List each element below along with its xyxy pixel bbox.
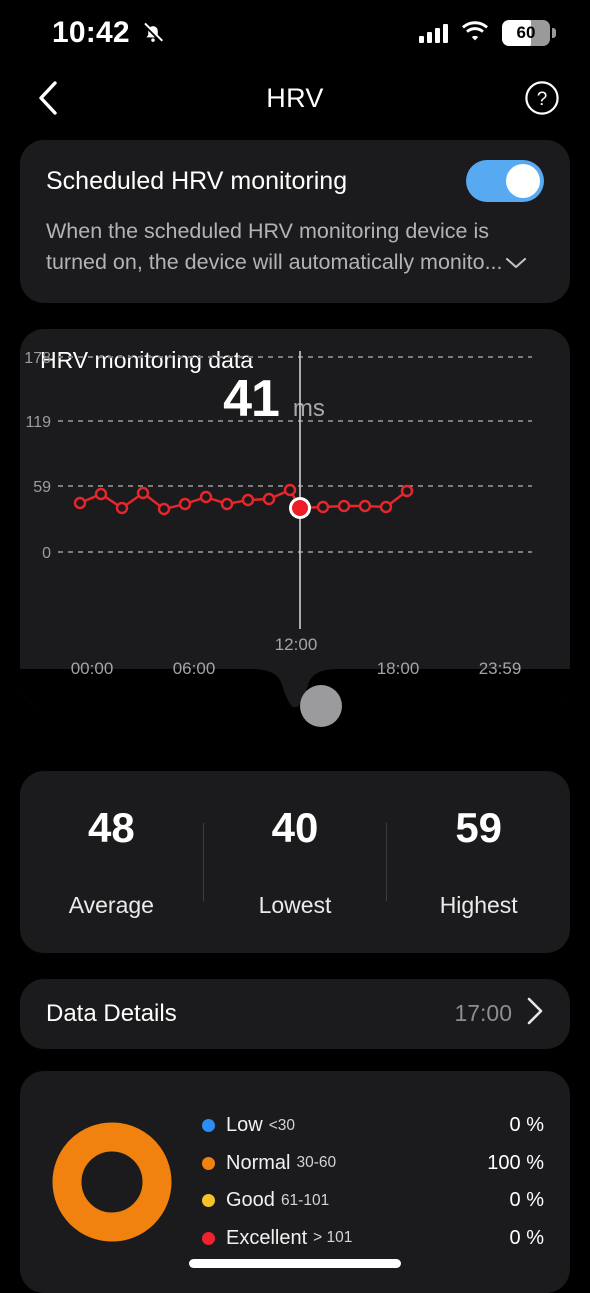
scheduled-description: When the scheduled HRV monitoring device… <box>46 219 503 274</box>
x-label-3: 18:00 <box>376 658 420 678</box>
chart-clip: HRV monitoring data 41 ms 178 119 59 0 0… <box>20 328 570 707</box>
legend-percent-excellent: 0 % <box>509 1226 544 1249</box>
x-label-4: 23:59 <box>478 658 522 678</box>
stat-average-label: Average <box>68 892 154 919</box>
legend-range-low: <30 <box>268 1116 295 1134</box>
legend-dot-excellent <box>202 1231 215 1245</box>
scheduled-monitoring-toggle[interactable] <box>466 160 544 202</box>
chevron-right-icon[interactable] <box>526 996 544 1031</box>
legend-percent-good: 0 % <box>509 1189 544 1212</box>
legend-item-low: Low <30 0 % <box>202 1107 544 1145</box>
stats-summary-card: 48 Average 40 Lowest 59 Highest <box>20 770 570 953</box>
stat-lowest: 40 Lowest <box>204 804 387 919</box>
legend-range-excellent: > 101 <box>313 1229 353 1247</box>
legend-dot-low <box>202 1119 215 1133</box>
legend-range-good: 61-101 <box>280 1191 330 1209</box>
page-title: HRV <box>266 82 324 113</box>
scheduled-description-row[interactable]: When the scheduled HRV monitoring device… <box>46 216 544 279</box>
svg-text:178: 178 <box>24 350 51 367</box>
status-bar-left: 10:42 <box>52 16 166 50</box>
data-details-label: Data Details <box>46 999 177 1027</box>
bell-off-icon <box>140 20 166 46</box>
legend-dot-good <box>202 1194 215 1208</box>
legend-percent-normal: 100 % <box>487 1151 544 1174</box>
chart-drag-handle[interactable] <box>300 684 342 727</box>
x-label-0: 00:00 <box>70 658 114 678</box>
status-time: 10:42 <box>52 16 130 49</box>
hrv-chart-card[interactable]: HRV monitoring data 41 ms 178 119 59 0 0… <box>20 328 570 727</box>
help-button[interactable]: ? <box>522 78 562 118</box>
scheduled-title: Scheduled HRV monitoring <box>46 166 348 195</box>
cellular-signal-icon <box>419 23 448 43</box>
data-details-row[interactable]: Data Details 17:00 <box>20 978 570 1049</box>
battery-level: 60 <box>516 23 536 42</box>
data-details-right: 17:00 <box>454 996 544 1031</box>
stat-average-value: 48 <box>87 804 135 852</box>
stat-lowest-label: Lowest <box>258 892 332 919</box>
svg-text:0: 0 <box>42 545 51 562</box>
stat-highest: 59 Highest <box>387 804 570 919</box>
svg-text:59: 59 <box>33 479 51 496</box>
status-bar: 10:42 60 <box>0 0 590 66</box>
distribution-donut-chart <box>52 1122 172 1242</box>
legend-label-good: Good <box>226 1189 275 1212</box>
battery-indicator: 60 <box>502 20 556 46</box>
svg-text:?: ? <box>537 89 548 110</box>
x-axis-labels: 00:00 06:00 12:00 18:00 23:59 <box>20 635 570 685</box>
distribution-legend: Low <30 0 % Normal 30-60 100 % Good 61-1… <box>202 1107 544 1257</box>
navigation-bar: HRV ? <box>0 66 590 130</box>
toggle-knob <box>506 164 540 198</box>
x-label-1: 06:00 <box>172 658 216 678</box>
chevron-left-icon <box>39 81 57 115</box>
legend-item-good: Good 61-101 0 % <box>202 1182 544 1220</box>
legend-label-low: Low <box>226 1114 263 1137</box>
phone-screen: 10:42 60 HRV ? Scheduled HRV monitoring … <box>0 0 590 1293</box>
legend-dot-normal <box>202 1156 215 1170</box>
legend-range-normal: 30-60 <box>296 1154 337 1172</box>
legend-label-normal: Normal <box>226 1151 291 1174</box>
scheduled-monitoring-card[interactable]: Scheduled HRV monitoring When the schedu… <box>20 140 570 303</box>
hrv-data-points <box>73 483 414 516</box>
stat-lowest-value: 40 <box>271 804 319 852</box>
svg-text:119: 119 <box>25 414 51 431</box>
legend-percent-low: 0 % <box>509 1114 544 1137</box>
legend-item-normal: Normal 30-60 100 % <box>202 1144 544 1182</box>
selected-data-point[interactable] <box>289 496 311 519</box>
stat-highest-label: Highest <box>439 892 518 919</box>
stat-highest-value: 59 <box>455 804 503 852</box>
back-button[interactable] <box>28 78 68 118</box>
x-label-2: 12:00 <box>274 634 318 654</box>
legend-label-excellent: Excellent <box>226 1226 308 1249</box>
stat-average: 48 Average <box>20 804 203 919</box>
chevron-down-icon[interactable] <box>505 248 527 279</box>
y-axis-labels: 178 119 59 0 <box>24 350 51 562</box>
question-mark-circle-icon: ? <box>525 81 559 115</box>
scheduled-header: Scheduled HRV monitoring <box>46 160 544 202</box>
status-bar-right: 60 <box>419 20 556 46</box>
legend-item-excellent: Excellent > 101 0 % <box>202 1219 544 1257</box>
grid-lines <box>58 355 532 553</box>
home-indicator[interactable] <box>189 1259 401 1268</box>
data-details-time: 17:00 <box>454 1000 512 1027</box>
wifi-icon <box>461 20 489 46</box>
